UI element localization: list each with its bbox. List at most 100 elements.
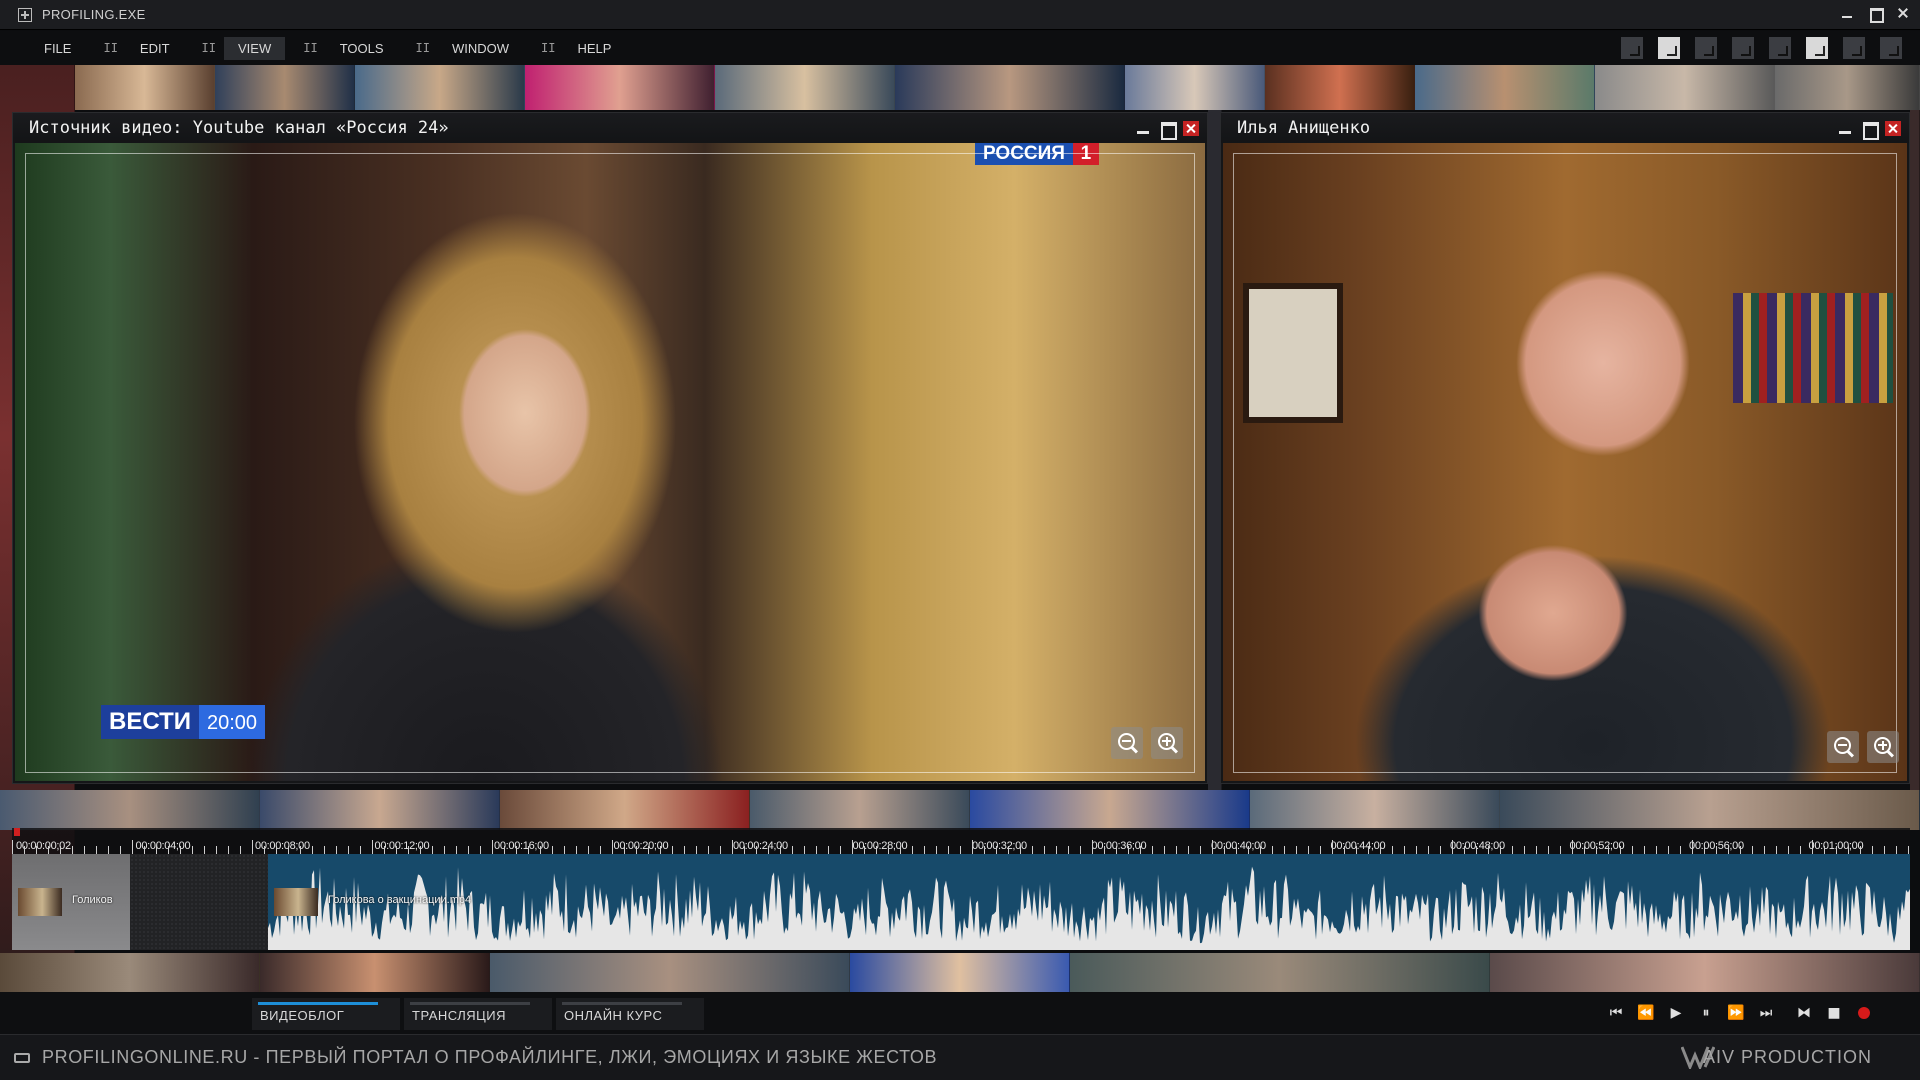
play-icon[interactable]: ▶ — [1666, 1004, 1686, 1022]
tick-mark — [1620, 846, 1621, 854]
tick-mark — [876, 846, 877, 854]
tick-mark — [1644, 846, 1645, 854]
playhead[interactable] — [14, 828, 20, 836]
layout-5-icon[interactable] — [1769, 37, 1791, 59]
minimize-icon[interactable] — [1837, 121, 1853, 136]
clip-label: Голикова о вакцинации.mp4 — [328, 894, 472, 906]
tick-mark — [528, 846, 529, 854]
tick-mark — [1548, 846, 1549, 854]
close-icon[interactable] — [1896, 6, 1910, 20]
zoom-in-icon[interactable] — [1867, 731, 1899, 763]
presenter-video-frame[interactable] — [1223, 143, 1907, 781]
menu-help[interactable]: HELP — [563, 37, 625, 60]
tick-mark — [1668, 846, 1669, 854]
tick-mark — [1908, 846, 1909, 854]
tab-online-course[interactable]: ОНЛАЙН КУРС — [556, 998, 704, 1030]
tick-mark — [1152, 846, 1153, 854]
tick-mark — [1020, 846, 1021, 854]
tick-mark — [312, 846, 313, 854]
presenter-video-window[interactable]: Илья Анищенко — [1220, 112, 1910, 784]
maximize-icon[interactable] — [1159, 121, 1177, 140]
minimize-icon[interactable] — [1135, 121, 1151, 136]
tab-videoblog[interactable]: ВИДЕОБЛОГ — [252, 998, 400, 1030]
layout-8-icon[interactable] — [1880, 37, 1902, 59]
tick-mark — [1764, 846, 1765, 854]
tick-mark — [684, 846, 685, 854]
tick-mark — [120, 846, 121, 854]
layout-6-icon[interactable] — [1806, 37, 1828, 59]
tick-mark — [348, 846, 349, 854]
source-video-title: Источник видео: Youtube канал «Россия 24… — [13, 113, 1207, 143]
tick-mark — [252, 840, 253, 854]
tick-mark — [1656, 846, 1657, 854]
tick-mark — [888, 846, 889, 854]
close-icon[interactable] — [1885, 121, 1901, 136]
maximize-icon[interactable] — [1868, 6, 1884, 23]
tick-mark — [1776, 846, 1777, 854]
clip-golikova-vaccination[interactable]: Голикова о вакцинации.mp4 — [268, 854, 1910, 950]
tab-broadcast[interactable]: ТРАНСЛЯЦИЯ — [404, 998, 552, 1030]
record-icon[interactable] — [1854, 1004, 1874, 1022]
bookshelf — [1733, 293, 1893, 403]
skip-end-icon[interactable]: ⏭ — [1756, 1004, 1776, 1022]
zoom-in-icon[interactable] — [1151, 727, 1183, 759]
menu-file[interactable]: FILE — [30, 37, 85, 60]
fast-forward-icon[interactable]: ⏩ — [1726, 1004, 1746, 1022]
rewind-icon[interactable]: ⏪ — [1636, 1004, 1656, 1022]
tick-mark — [636, 846, 637, 854]
minimize-icon[interactable] — [1840, 6, 1854, 20]
tick-mark — [1752, 846, 1753, 854]
frame-step-icon[interactable]: ⧓ — [1794, 1004, 1814, 1022]
tick-mark — [984, 846, 985, 854]
tick-mark — [1344, 846, 1345, 854]
layout-3-icon[interactable] — [1695, 37, 1717, 59]
layout-7-icon[interactable] — [1843, 37, 1865, 59]
tick-mark — [1092, 840, 1093, 854]
tick-mark — [144, 846, 145, 854]
layout-4-icon[interactable] — [1732, 37, 1754, 59]
layout-1-icon[interactable] — [1621, 37, 1643, 59]
zoom-out-icon[interactable] — [1827, 731, 1859, 763]
tick-mark — [1068, 846, 1069, 854]
tick-mark — [804, 846, 805, 854]
tick-mark — [1728, 846, 1729, 854]
source-video-frame[interactable]: РОССИЯ 1 ВЕСТИ 20:00 — [15, 143, 1205, 781]
stop-icon[interactable]: ■ — [1824, 1004, 1844, 1022]
tick-mark — [852, 840, 853, 854]
tick-mark — [456, 846, 457, 854]
timeline-gap — [130, 854, 268, 950]
pause-icon[interactable]: ⏸ — [1696, 1004, 1716, 1022]
video-safe-frame — [25, 153, 1195, 773]
tick-mark — [504, 846, 505, 854]
tick-mark — [1848, 846, 1849, 854]
tick-mark — [1032, 846, 1033, 854]
show-logo-name: ВЕСТИ — [101, 705, 199, 739]
skip-start-icon[interactable]: ⏮ — [1606, 1004, 1626, 1022]
menu-view[interactable]: VIEW — [224, 36, 286, 60]
tick-mark — [1704, 846, 1705, 854]
tick-mark — [1392, 846, 1393, 854]
tick-mark — [408, 846, 409, 854]
tab-label: ОНЛАЙН КУРС — [564, 1008, 663, 1023]
menu-edit[interactable]: EDIT — [126, 37, 184, 60]
source-video-window[interactable]: Источник видео: Youtube канал «Россия 24… — [12, 112, 1208, 784]
tick-mark — [1872, 846, 1873, 854]
menu-tools[interactable]: TOOLS — [326, 37, 398, 60]
tick-mark — [300, 846, 301, 854]
layout-2-icon[interactable] — [1658, 37, 1680, 59]
tick-mark — [288, 846, 289, 854]
tick-mark — [1488, 846, 1489, 854]
timeline-ruler[interactable]: 00:00:00;02 00:00:04;00 00:00:08;00 00:00:1… — [12, 828, 1910, 854]
zoom-out-icon[interactable] — [1111, 727, 1143, 759]
tick-mark — [1164, 846, 1165, 854]
timeline-tracks: Голиков Голикова о вакцинации.mp4 — [12, 854, 1910, 950]
tick-mark — [1272, 846, 1273, 854]
menu-window[interactable]: WINDOW — [438, 37, 523, 60]
timeline[interactable]: 00:00:00;02 00:00:04;00 00:00:08;00 00:00:1… — [12, 828, 1910, 952]
menu-separator: II — [303, 41, 318, 55]
tick-mark — [732, 840, 733, 854]
maximize-icon[interactable] — [1861, 121, 1879, 140]
close-icon[interactable] — [1183, 121, 1199, 136]
clip-golikov[interactable]: Голиков — [12, 854, 130, 950]
menu-bar: FILE II EDIT II VIEW II TOOLS II WINDOW … — [0, 31, 1920, 65]
